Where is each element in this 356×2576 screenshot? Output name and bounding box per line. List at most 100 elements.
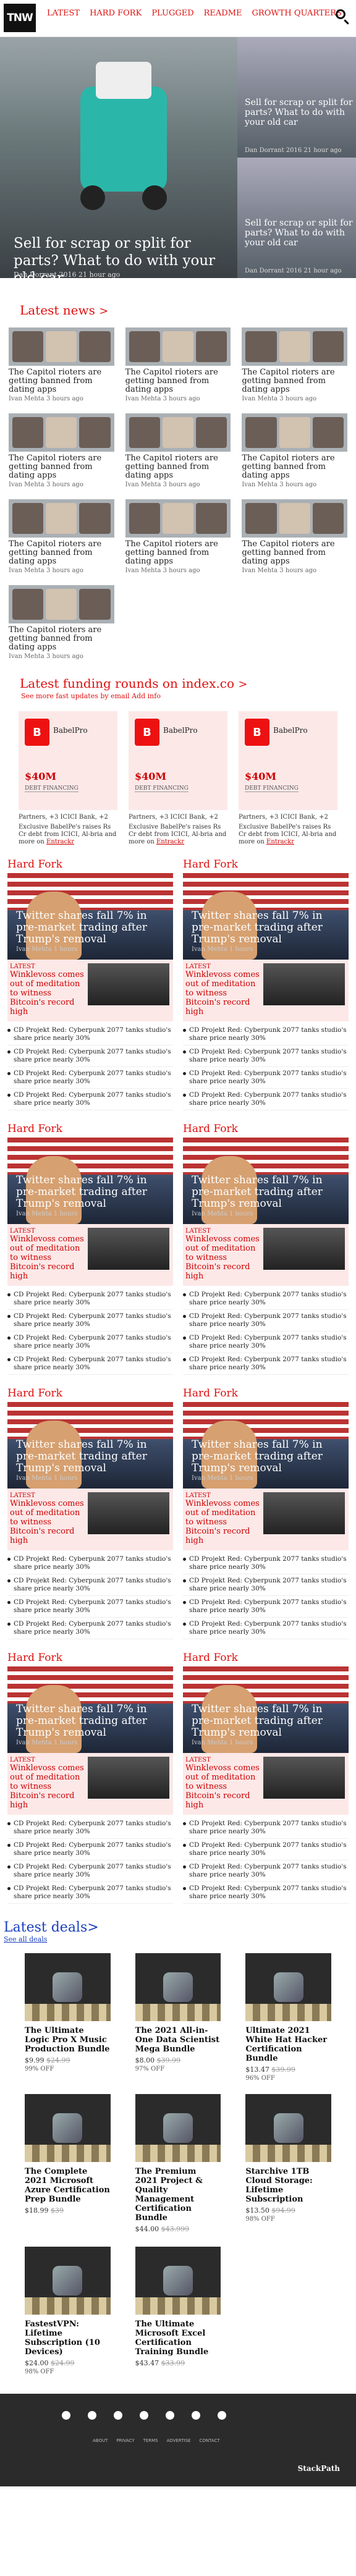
news-card[interactable]: The Capitol rioters are getting banned f… bbox=[9, 499, 114, 574]
list-item[interactable]: CD Projekt Red: Cyberpunk 2077 tanks stu… bbox=[183, 1353, 349, 1375]
footer-link[interactable]: CONTACT bbox=[199, 2438, 219, 2443]
news-card[interactable]: The Capitol rioters are getting banned f… bbox=[242, 327, 347, 402]
latest-thumbnail[interactable] bbox=[88, 1492, 169, 1534]
deal-card[interactable]: Starchive 1TB Cloud Storage: Lifetime Su… bbox=[245, 2094, 331, 2234]
footer-link[interactable]: ABOUT bbox=[93, 2438, 108, 2443]
deal-card[interactable]: The 2021 All-in-One Data Scientist Mega … bbox=[135, 1953, 221, 2082]
news-thumbnail[interactable] bbox=[125, 327, 231, 366]
news-card[interactable]: The Capitol rioters are getting banned f… bbox=[9, 413, 114, 488]
footer-link[interactable]: ADVERTISE bbox=[167, 2438, 191, 2443]
news-title[interactable]: The Capitol rioters are getting banned f… bbox=[125, 454, 231, 480]
latest-thumbnail[interactable] bbox=[263, 1492, 345, 1534]
funding-card[interactable]: B BabelPro $40M DEBT FINANCING Partners,… bbox=[239, 711, 337, 846]
deal-title[interactable]: The Ultimate Microsoft Excel Certificati… bbox=[135, 2320, 221, 2357]
latest-title[interactable]: Winklevoss comes out of meditation to wi… bbox=[10, 970, 84, 1016]
instagram-icon[interactable] bbox=[114, 2411, 122, 2420]
deal-image[interactable] bbox=[245, 2094, 331, 2162]
deal-card[interactable]: The Ultimate Logic Pro X Music Productio… bbox=[25, 1953, 111, 2082]
source-link[interactable]: Entrackr bbox=[266, 838, 294, 845]
funding-card[interactable]: B BabelPro $40M DEBT FINANCING Partners,… bbox=[19, 711, 117, 846]
latest-title[interactable]: Winklevoss comes out of meditation to wi… bbox=[185, 1235, 260, 1281]
deal-image[interactable] bbox=[245, 1953, 331, 2021]
list-item[interactable]: CD Projekt Red: Cyberpunk 2077 tanks stu… bbox=[183, 1839, 349, 1860]
news-thumbnail[interactable] bbox=[9, 585, 114, 623]
list-item[interactable]: CD Projekt Red: Cyberpunk 2077 tanks stu… bbox=[7, 1882, 173, 1904]
news-thumbnail[interactable] bbox=[9, 327, 114, 366]
feature-title[interactable]: Twitter shares fall 7% in pre-market tra… bbox=[192, 1439, 344, 1474]
deal-title[interactable]: Ultimate 2021 White Hat Hacker Certifica… bbox=[245, 2026, 331, 2063]
youtube-icon[interactable] bbox=[140, 2411, 148, 2420]
deal-title[interactable]: The Premium 2021 Project & Quality Manag… bbox=[135, 2167, 221, 2223]
list-item[interactable]: CD Projekt Red: Cyberpunk 2077 tanks stu… bbox=[183, 1288, 349, 1310]
feature-title[interactable]: Twitter shares fall 7% in pre-market tra… bbox=[192, 1175, 344, 1210]
company-name[interactable]: BabelPro bbox=[273, 726, 308, 735]
funding-excerpt[interactable]: Exclusive BabelPe's raises Rs Cr debt fr… bbox=[239, 824, 337, 846]
deal-title[interactable]: The 2021 All-in-One Data Scientist Mega … bbox=[135, 2026, 221, 2054]
funding-excerpt[interactable]: Exclusive BabelPe's raises Rs Cr debt fr… bbox=[129, 824, 227, 846]
list-item[interactable]: CD Projekt Red: Cyberpunk 2077 tanks stu… bbox=[183, 1553, 349, 1574]
list-item[interactable]: CD Projekt Red: Cyberpunk 2077 tanks stu… bbox=[7, 1045, 173, 1067]
hero-side-title[interactable]: Sell for scrap or split for parts? What … bbox=[245, 98, 356, 127]
funding-box[interactable]: B BabelPro $40M DEBT FINANCING bbox=[239, 711, 337, 810]
latest-story-card[interactable]: LATEST Winklevoss comes out of meditation… bbox=[7, 1753, 173, 1815]
list-item[interactable]: CD Projekt Red: Cyberpunk 2077 tanks stu… bbox=[7, 1288, 173, 1310]
news-card[interactable]: The Capitol rioters are getting banned f… bbox=[125, 413, 231, 488]
news-title[interactable]: The Capitol rioters are getting banned f… bbox=[242, 454, 347, 480]
hard-fork-feature[interactable]: Twitter shares fall 7% in pre-market tra… bbox=[183, 1666, 349, 1753]
tnw-logo[interactable]: TNW bbox=[4, 4, 36, 32]
deal-title[interactable]: The Ultimate Logic Pro X Music Productio… bbox=[25, 2026, 111, 2054]
deal-image[interactable] bbox=[135, 1953, 221, 2021]
latest-title[interactable]: Winklevoss comes out of meditation to wi… bbox=[10, 1235, 84, 1281]
news-title[interactable]: The Capitol rioters are getting banned f… bbox=[9, 368, 114, 394]
list-item[interactable]: CD Projekt Red: Cyberpunk 2077 tanks stu… bbox=[7, 1067, 173, 1089]
feature-title[interactable]: Twitter shares fall 7% in pre-market tra… bbox=[192, 1704, 344, 1739]
funding-box[interactable]: B BabelPro $40M DEBT FINANCING bbox=[19, 711, 117, 810]
list-item[interactable]: CD Projekt Red: Cyberpunk 2077 tanks stu… bbox=[183, 1618, 349, 1639]
list-item[interactable]: CD Projekt Red: Cyberpunk 2077 tanks stu… bbox=[183, 1860, 349, 1882]
hard-fork-feature[interactable]: Twitter shares fall 7% in pre-market tra… bbox=[7, 1138, 173, 1224]
deal-image[interactable] bbox=[25, 1953, 111, 2021]
list-item[interactable]: CD Projekt Red: Cyberpunk 2077 tanks stu… bbox=[183, 1596, 349, 1618]
source-link[interactable]: Entrackr bbox=[156, 838, 184, 845]
footer-link[interactable]: TERMS bbox=[143, 2438, 158, 2443]
deal-card[interactable]: FastestVPN: Lifetime Subscription (10 De… bbox=[25, 2247, 111, 2375]
hard-fork-heading[interactable]: Hard Fork bbox=[7, 856, 173, 873]
hero-main-story[interactable]: Sell for scrap or split for parts? What … bbox=[0, 37, 237, 278]
news-card[interactable]: The Capitol rioters are getting banned f… bbox=[242, 499, 347, 574]
list-item[interactable]: CD Projekt Red: Cyberpunk 2077 tanks stu… bbox=[7, 1024, 173, 1045]
hard-fork-feature[interactable]: Twitter shares fall 7% in pre-market tra… bbox=[7, 873, 173, 960]
list-item[interactable]: CD Projekt Red: Cyberpunk 2077 tanks stu… bbox=[7, 1839, 173, 1860]
hard-fork-feature[interactable]: Twitter shares fall 7% in pre-market tra… bbox=[183, 873, 349, 960]
search-icon[interactable] bbox=[334, 7, 351, 25]
hard-fork-heading[interactable]: Hard Fork bbox=[7, 1120, 173, 1138]
funding-subtitle[interactable]: See more fast updates by email Add info bbox=[0, 691, 356, 700]
deals-heading[interactable]: Latest deals> bbox=[0, 1920, 356, 1935]
list-item[interactable]: CD Projekt Red: Cyberpunk 2077 tanks stu… bbox=[7, 1618, 173, 1639]
latest-thumbnail[interactable] bbox=[263, 1757, 345, 1799]
deal-image[interactable] bbox=[25, 2094, 111, 2162]
latest-title[interactable]: Winklevoss comes out of meditation to wi… bbox=[185, 1763, 260, 1810]
list-item[interactable]: CD Projekt Red: Cyberpunk 2077 tanks stu… bbox=[7, 1817, 173, 1839]
latest-news-heading[interactable]: Latest news > bbox=[0, 303, 356, 318]
deal-image[interactable] bbox=[25, 2247, 111, 2315]
news-thumbnail[interactable] bbox=[242, 499, 347, 538]
list-item[interactable]: CD Projekt Red: Cyberpunk 2077 tanks stu… bbox=[183, 1045, 349, 1067]
nav-item-plugged[interactable]: PLUGGED bbox=[151, 9, 193, 18]
linkedin-icon[interactable] bbox=[166, 2411, 174, 2420]
nav-item-growth-quarters[interactable]: GROWTH QUARTERS bbox=[252, 9, 342, 18]
latest-story-card[interactable]: LATEST Winklevoss comes out of meditation… bbox=[7, 1489, 173, 1550]
list-item[interactable]: CD Projekt Red: Cyberpunk 2077 tanks stu… bbox=[183, 1574, 349, 1596]
deal-title[interactable]: FastestVPN: Lifetime Subscription (10 De… bbox=[25, 2320, 111, 2357]
deal-image[interactable] bbox=[135, 2247, 221, 2315]
latest-story-card[interactable]: LATEST Winklevoss comes out of meditation… bbox=[183, 1489, 349, 1550]
funding-card[interactable]: B BabelPro $40M DEBT FINANCING Partners,… bbox=[129, 711, 227, 846]
deal-card[interactable]: Ultimate 2021 White Hat Hacker Certifica… bbox=[245, 1953, 331, 2082]
news-title[interactable]: The Capitol rioters are getting banned f… bbox=[125, 540, 231, 566]
news-thumbnail[interactable] bbox=[125, 413, 231, 452]
latest-thumbnail[interactable] bbox=[263, 963, 345, 1005]
news-title[interactable]: The Capitol rioters are getting banned f… bbox=[242, 540, 347, 566]
list-item[interactable]: CD Projekt Red: Cyberpunk 2077 tanks stu… bbox=[7, 1553, 173, 1574]
latest-story-card[interactable]: LATEST Winklevoss comes out of meditation… bbox=[183, 960, 349, 1021]
deal-title[interactable]: The Complete 2021 Microsoft Azure Certif… bbox=[25, 2167, 111, 2204]
hard-fork-heading[interactable]: Hard Fork bbox=[183, 856, 349, 873]
